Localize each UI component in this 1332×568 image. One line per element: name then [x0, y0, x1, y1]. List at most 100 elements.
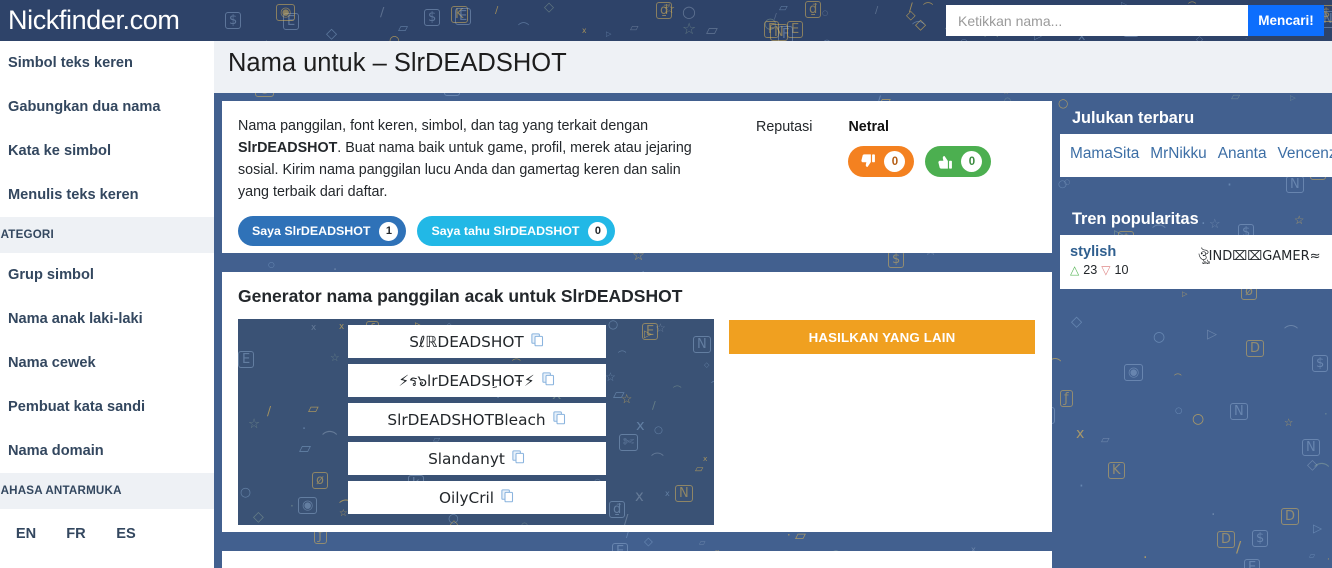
trend-down-icon: ▽: [1101, 263, 1111, 277]
generated-name-text: OilyCril: [438, 488, 495, 507]
sidebar-item-grup-simbol[interactable]: Grup simbol: [0, 253, 214, 297]
downvote-count: 0: [884, 151, 906, 172]
generate-another-button[interactable]: HASILKAN YANG LAIN: [729, 320, 1035, 354]
trend-row: stylish △ 23 ▽ 10 ঔৣIND⌧⌧GAMER≈: [1070, 244, 1322, 277]
decorative-glyph: /: [774, 11, 777, 21]
copy-name-button[interactable]: [530, 332, 545, 352]
next-section-card: [222, 551, 1052, 568]
left-sidebar: Simbol teks keren Gabungkan dua nama Kat…: [0, 41, 214, 568]
language-en[interactable]: EN: [2, 526, 50, 542]
sidebar-heading-bahasa: BAHASA ANTARMUKA: [0, 473, 214, 509]
vote-i-am-label: Saya SlrDEADSHOT: [252, 224, 371, 238]
language-fr[interactable]: FR: [52, 526, 100, 542]
generator-name-box: x☆·▷☆◉☆xø·⌒▱E▷/◇N⌒⌒☆x·D○/○⌒▱▱◇✄xøx◇◇○x/·…: [238, 319, 714, 525]
search-input[interactable]: [946, 5, 1248, 36]
decorative-glyph: ⌒: [518, 22, 530, 35]
decorative-glyph: ○: [240, 484, 252, 499]
intro-card: Nama panggilan, font keren, simbol, dan …: [222, 101, 1052, 253]
trend-downvotes: 10: [1114, 263, 1129, 277]
vote-i-am-count: 1: [379, 221, 399, 241]
search-bar: Mencari!: [946, 5, 1324, 36]
generated-name-row[interactable]: ⚡ร๖lrDEADSِHOŦ⚡: [348, 364, 606, 397]
sidebar-item-pembuat-kata-sandi[interactable]: Pembuat kata sandi: [0, 385, 214, 429]
sidebar-item-gabungkan-dua-nama[interactable]: Gabungkan dua nama: [0, 85, 214, 129]
decorative-glyph: x: [665, 489, 670, 498]
downvote-button[interactable]: 0: [848, 146, 915, 177]
decorative-glyph: ⌒: [673, 386, 682, 396]
decorative-glyph: x: [703, 454, 708, 463]
decorative-glyph: /: [495, 5, 499, 16]
decorative-glyph: ⌒: [651, 453, 664, 468]
generated-name-list: SℓℝDEADSHOT ⚡ร๖lrDEADSِHOŦ⚡ SlrDEADSHOTB…: [348, 325, 606, 520]
decorative-glyph: x: [339, 322, 345, 332]
generated-name-row[interactable]: Slandanyt: [348, 442, 606, 475]
vote-i-know-button[interactable]: Saya tahu SlrDEADSHOT 0: [417, 216, 616, 246]
decorative-glyph: ⌒: [923, 3, 934, 14]
vote-i-am-button[interactable]: Saya SlrDEADSHOT 1: [238, 216, 407, 246]
decorative-glyph: E: [283, 13, 300, 30]
trend-upvotes: 23: [1083, 263, 1098, 277]
sidebar-item-nama-anak-laki-laki[interactable]: Nama anak laki-laki: [0, 297, 214, 341]
decorative-glyph: ◉: [276, 4, 296, 21]
copy-name-button[interactable]: [511, 449, 526, 469]
copy-name-button[interactable]: [500, 488, 515, 508]
generated-name-text: ⚡ร๖lrDEADSِHOŦ⚡: [398, 372, 535, 390]
copy-name-button[interactable]: [552, 410, 567, 430]
decorative-glyph: E: [642, 323, 659, 340]
decorative-glyph: ○: [682, 2, 696, 21]
recent-nickname-link[interactable]: MamaSita: [1070, 145, 1139, 162]
generator-card: Generator nama panggilan acak untuk SlrD…: [222, 272, 1052, 532]
trend-name[interactable]: stylish: [1070, 244, 1198, 260]
decorative-glyph: F: [764, 21, 780, 38]
decorative-glyph: ◉: [298, 497, 318, 514]
language-es[interactable]: ES: [102, 526, 150, 542]
trend-styled-name[interactable]: ঔৣIND⌧⌧GAMER≈: [1198, 244, 1321, 268]
sidebar-item-nama-domain[interactable]: Nama domain: [0, 429, 214, 473]
decorative-glyph: ▱: [630, 21, 639, 34]
vote-buttons: Saya SlrDEADSHOT 1 Saya tahu SlrDEADSHOT…: [238, 216, 706, 246]
upvote-button[interactable]: 0: [925, 146, 992, 177]
decorative-glyph: ○: [764, 15, 777, 32]
copy-icon: [552, 410, 565, 424]
generated-name-row[interactable]: SlrDEADSHOTBleach: [348, 403, 606, 436]
generated-name-row[interactable]: OilyCril: [348, 481, 606, 514]
decorative-glyph: N: [675, 485, 693, 502]
decorative-glyph: ₫: [609, 501, 626, 518]
generator-actions: HASILKAN YANG LAIN: [714, 319, 1035, 525]
decorative-glyph: ⌒: [322, 430, 338, 448]
decorative-glyph: ◇: [326, 26, 338, 41]
decorative-glyph: ▱: [398, 21, 409, 36]
decorative-glyph: ▷: [644, 329, 652, 340]
decorative-glyph: K: [451, 6, 468, 23]
site-logo[interactable]: Nickfinder.com: [8, 0, 215, 41]
decorative-glyph: ◇: [704, 360, 710, 369]
intro-description: Nama panggilan, font keren, simbol, dan …: [238, 115, 706, 203]
decorative-glyph: ⌒: [912, 21, 925, 36]
decorative-glyph: ◇: [544, 0, 555, 15]
decorative-glyph: ◇: [915, 17, 927, 33]
recent-nickname-link[interactable]: Vencenzo: [1278, 145, 1332, 162]
generated-name-row[interactable]: SℓℝDEADSHOT: [348, 325, 606, 358]
trend-stats: △ 23 ▽ 10: [1070, 263, 1198, 277]
copy-icon: [501, 488, 514, 502]
recent-nickname-link[interactable]: MrNikku: [1150, 145, 1206, 162]
intro-text-part1: Nama panggilan, font keren, simbol, dan …: [238, 118, 649, 134]
decorative-glyph: ⌒: [618, 350, 627, 360]
recent-nickname-link[interactable]: Ananta: [1218, 145, 1267, 162]
decorative-glyph: ✄: [619, 434, 638, 451]
decorative-glyph: /: [909, 1, 913, 14]
decorative-glyph: ▷: [606, 30, 612, 38]
decorative-glyph: ·: [290, 499, 294, 513]
decorative-glyph: /: [267, 404, 272, 418]
decorative-glyph: ·: [302, 422, 307, 437]
sidebar-item-menulis-teks-keren[interactable]: Menulis teks keren: [0, 173, 214, 217]
copy-icon: [531, 332, 543, 346]
decorative-glyph: ○: [654, 425, 663, 436]
reputation-value: Netral: [848, 119, 889, 135]
sidebar-item-kata-ke-simbol[interactable]: Kata ke simbol: [0, 129, 214, 173]
copy-name-button[interactable]: [541, 371, 556, 391]
upvote-count: 0: [961, 151, 983, 172]
sidebar-item-simbol-teks-keren[interactable]: Simbol teks keren: [0, 41, 214, 85]
search-button[interactable]: Mencari!: [1248, 5, 1324, 36]
sidebar-item-nama-cewek[interactable]: Nama cewek: [0, 341, 214, 385]
